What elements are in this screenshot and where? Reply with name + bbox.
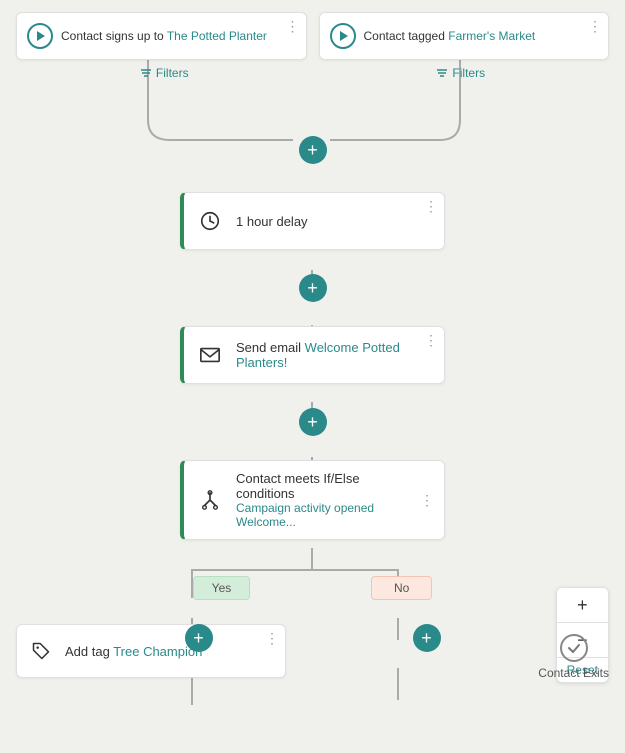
- delay-card[interactable]: 1 hour delay ⋮: [180, 192, 445, 250]
- contact-exits: Contact Exits: [538, 624, 609, 680]
- email-text: Send email Welcome Potted Planters!: [236, 340, 434, 370]
- add-circle-yes[interactable]: +: [185, 624, 213, 652]
- delay-more[interactable]: ⋮: [424, 199, 438, 213]
- trigger-row: Contact signs up to The Potted Planter ⋮…: [0, 0, 625, 60]
- branch-labels: Yes No: [173, 576, 453, 600]
- trigger-text-right: Contact tagged Farmer's Market: [364, 29, 599, 43]
- contact-exits-label: Contact Exits: [538, 666, 609, 680]
- trigger-more-left[interactable]: ⋮: [286, 19, 300, 33]
- email-more[interactable]: ⋮: [424, 333, 438, 347]
- add-tag-text: Add tag Tree Champion: [65, 644, 202, 659]
- tag-icon: [27, 637, 55, 665]
- trigger-card-right[interactable]: Contact tagged Farmer's Market ⋮: [319, 12, 610, 60]
- split-icon: [194, 484, 226, 516]
- trigger-link-right[interactable]: Farmer's Market: [448, 29, 535, 43]
- check-icon: [560, 634, 588, 662]
- ifelse-more[interactable]: ⋮: [420, 493, 434, 507]
- bottom-area: Add tag Tree Champion ⋮ Contact Exits: [0, 624, 625, 680]
- play-icon-right: [330, 23, 356, 49]
- play-icon-left: [27, 23, 53, 49]
- clock-icon: [194, 205, 226, 237]
- ifelse-card[interactable]: Contact meets If/Else conditions Campaig…: [180, 460, 445, 540]
- trigger-link-left[interactable]: The Potted Planter: [167, 29, 267, 43]
- add-circle-1[interactable]: +: [299, 136, 327, 164]
- email-card[interactable]: Send email Welcome Potted Planters! ⋮: [180, 326, 445, 384]
- email-icon: [194, 339, 226, 371]
- yes-label: Yes: [193, 576, 251, 600]
- filter-btn-left[interactable]: Filters: [16, 66, 313, 80]
- ifelse-subtitle[interactable]: Campaign activity opened Welcome...: [236, 501, 416, 529]
- filter-row: Filters Filters: [0, 60, 625, 86]
- trigger-card-left[interactable]: Contact signs up to The Potted Planter ⋮: [16, 12, 307, 60]
- filter-label-left: Filters: [156, 66, 189, 80]
- trigger-more-right[interactable]: ⋮: [588, 19, 602, 33]
- ifelse-title: Contact meets If/Else conditions: [236, 471, 416, 501]
- trigger-text-left: Contact signs up to The Potted Planter: [61, 29, 296, 43]
- add-circle-no[interactable]: +: [413, 624, 441, 652]
- add-circle-3[interactable]: +: [299, 408, 327, 436]
- add-circle-2[interactable]: +: [299, 274, 327, 302]
- filter-btn-right[interactable]: Filters: [313, 66, 610, 80]
- delay-text: 1 hour delay: [236, 214, 434, 229]
- email-link[interactable]: Welcome Potted Planters!: [236, 340, 400, 370]
- add-tag-card[interactable]: Add tag Tree Champion ⋮: [16, 624, 286, 678]
- no-label: No: [371, 576, 432, 600]
- filter-label-right: Filters: [452, 66, 485, 80]
- add-tag-more[interactable]: ⋮: [265, 631, 279, 645]
